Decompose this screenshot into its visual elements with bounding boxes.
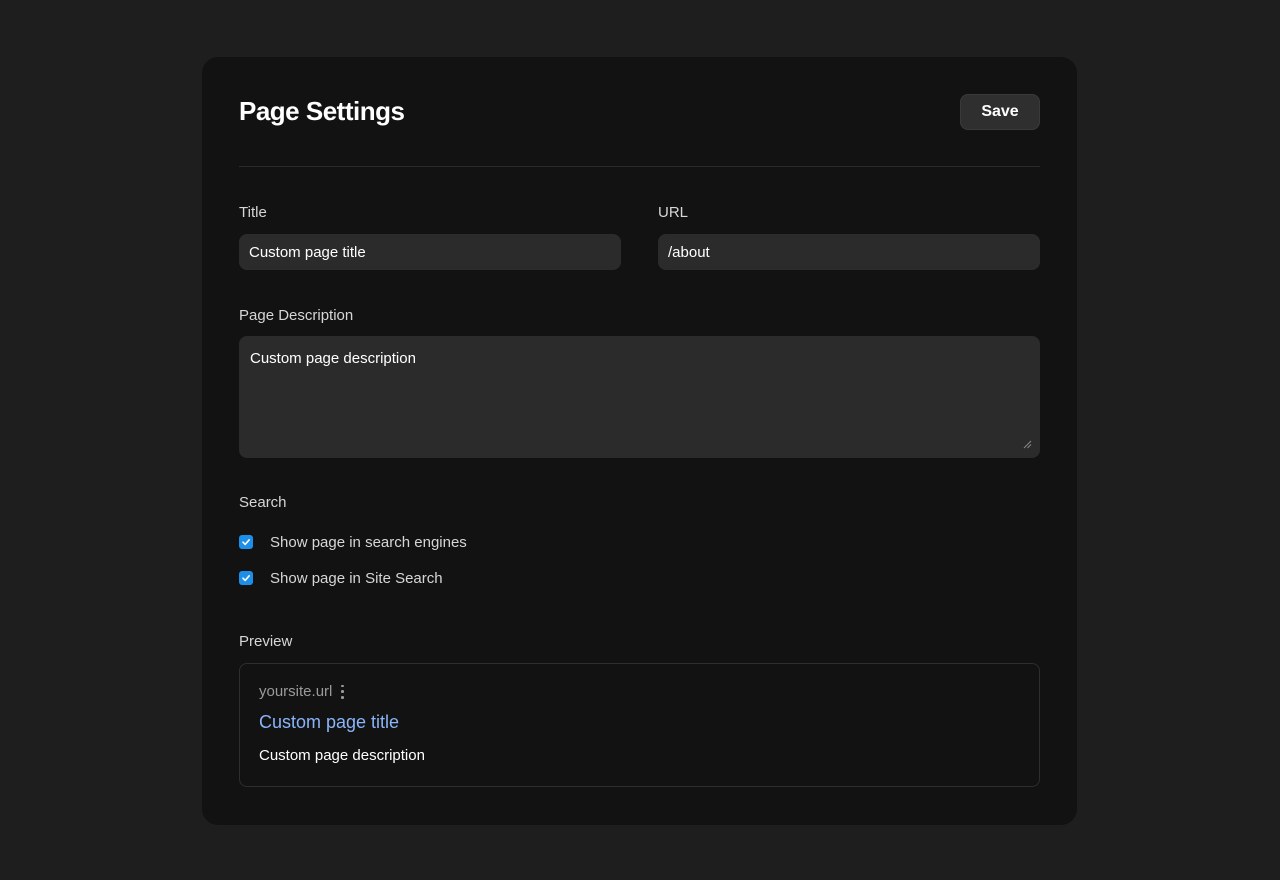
search-preview: yoursite.url Custom page title Custom pa… <box>239 663 1040 787</box>
more-vertical-icon[interactable] <box>341 684 345 699</box>
save-button[interactable]: Save <box>960 94 1040 130</box>
header: Page Settings Save <box>239 94 1040 130</box>
description-textarea[interactable]: Custom page description <box>239 336 1040 458</box>
page-title: Page Settings <box>239 96 405 126</box>
preview-title: Custom page title <box>259 712 400 732</box>
checkmark-icon <box>242 574 250 582</box>
preview-url-row: yoursite.url <box>259 683 345 700</box>
title-label: Title <box>239 204 267 221</box>
site-search-checkbox[interactable] <box>239 571 253 585</box>
title-input[interactable] <box>239 234 621 270</box>
header-divider <box>239 166 1040 167</box>
preview-label: Preview <box>239 633 293 650</box>
search-engines-option[interactable]: Show page in search engines <box>239 533 467 551</box>
search-engines-label: Show page in search engines <box>270 533 467 551</box>
url-label: URL <box>658 204 689 221</box>
site-search-label: Show page in Site Search <box>270 569 443 587</box>
search-engines-checkbox[interactable] <box>239 535 253 549</box>
search-label: Search <box>239 494 287 511</box>
preview-description: Custom page description <box>259 747 425 764</box>
site-search-option[interactable]: Show page in Site Search <box>239 569 443 587</box>
page-settings-card: Page Settings Save Title URL Page Descri… <box>202 57 1077 825</box>
checkmark-icon <box>242 538 250 546</box>
url-input[interactable] <box>658 234 1040 270</box>
preview-site-url: yoursite.url <box>259 683 333 700</box>
resize-grip-icon[interactable] <box>1022 439 1032 449</box>
description-label: Page Description <box>239 307 354 324</box>
